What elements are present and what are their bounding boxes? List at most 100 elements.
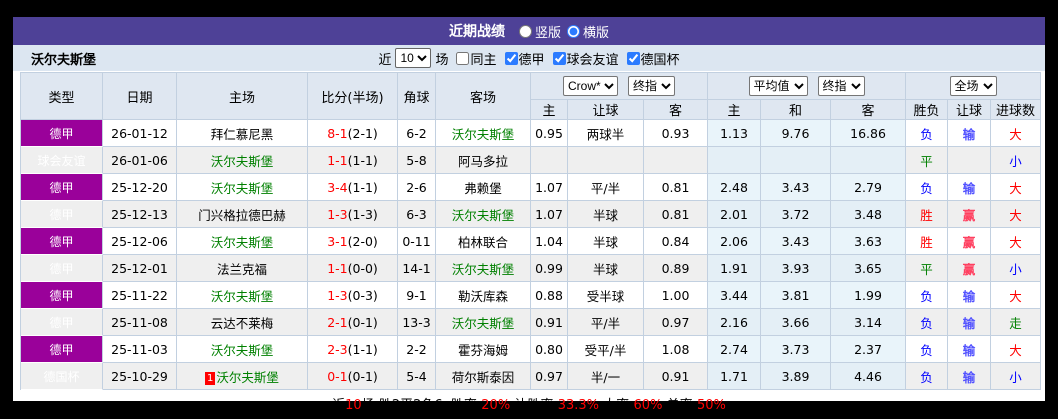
- result-cell: 负: [906, 282, 949, 309]
- filter-same-home[interactable]: 同主: [452, 49, 497, 68]
- summary-segment: 场,胜2平2负6, 胜率:: [361, 398, 482, 413]
- result-cell: 胜: [906, 228, 949, 255]
- date-cell: 25-11-22: [103, 282, 177, 309]
- avg-home-cell: 2.74: [708, 336, 762, 363]
- handicap-result-cell: 输: [948, 120, 992, 147]
- score-cell: 3-4(1-1): [308, 174, 398, 201]
- match-row: 德甲 25-11-22 沃尔夫斯堡 1-3(0-3) 9-1 勒沃库森 0.88 受半球 1.0…: [21, 282, 1042, 309]
- handicap-cell: [568, 147, 644, 174]
- odds-away-cell: 0.93: [644, 120, 709, 147]
- layout-vertical-option[interactable]: 竖版: [518, 22, 561, 41]
- team-name: 沃尔夫斯堡: [31, 52, 97, 68]
- filter-club-friendly[interactable]: 球会友谊: [549, 49, 619, 68]
- avg-draw-cell: 3.43: [761, 228, 832, 255]
- corner-cell: 0-11: [398, 228, 436, 255]
- away-team-cell: 沃尔夫斯堡: [436, 120, 531, 147]
- avg-draw-cell: [761, 147, 832, 174]
- avg-draw-cell: 3.66: [761, 309, 832, 336]
- odds-time-select-2[interactable]: 终指: [817, 76, 865, 96]
- same-home-checkbox[interactable]: [456, 51, 470, 65]
- goals-cell: 大: [991, 174, 1042, 201]
- filter-bundesliga[interactable]: 德甲: [501, 49, 545, 68]
- avg-home-cell: 1.13: [708, 120, 762, 147]
- home-team-cell: 拜仁慕尼黑: [177, 120, 308, 147]
- odds-home-cell: [531, 147, 568, 174]
- avg-away-cell: 4.46: [831, 363, 907, 390]
- match-row: 德甲 26-01-12 拜仁慕尼黑 8-1(2-1) 6-2 沃尔夫斯堡 0.95 两球半 0.…: [21, 120, 1042, 147]
- date-cell: 25-11-03: [103, 336, 177, 363]
- summary-segment: 33.3%: [557, 398, 600, 413]
- odds-home-cell: 0.88: [531, 282, 568, 309]
- horizontal-radio[interactable]: [567, 24, 580, 38]
- result-cell: 负: [906, 336, 949, 363]
- sub-header-avg-home: 主: [708, 100, 762, 120]
- handicap-cell: 平/半: [568, 309, 644, 336]
- avg-home-cell: 1.71: [708, 363, 762, 390]
- handicap-cell: 半球: [568, 255, 644, 282]
- summary-line: 近10场,胜2平2负6, 胜率:20% 让胜率:33.3% 大率:60% 单率:…: [13, 390, 1045, 413]
- avg-away-cell: 16.86: [831, 120, 907, 147]
- avg-home-cell: 3.44: [708, 282, 762, 309]
- date-cell: 25-12-01: [103, 255, 177, 282]
- odds-home-cell: 1.04: [531, 228, 568, 255]
- match-row: 德甲 25-12-20 沃尔夫斯堡 3-4(1-1) 2-6 弗赖堡 1.07 平/半 0.81…: [21, 174, 1042, 201]
- type-badge: 德国杯: [21, 363, 103, 390]
- corner-cell: 2-6: [398, 174, 436, 201]
- summary-segment: 10: [345, 398, 362, 413]
- home-team-cell: 沃尔夫斯堡: [177, 336, 308, 363]
- col-header-score: 比分(半场): [308, 73, 398, 120]
- goals-cell: 小: [991, 255, 1042, 282]
- summary-segment: 大率:: [599, 398, 634, 413]
- type-badge: 德甲: [21, 336, 103, 363]
- avg-draw-cell: 3.72: [761, 201, 832, 228]
- avg-away-cell: [831, 147, 907, 174]
- home-team-cell: 云达不莱梅: [177, 309, 308, 336]
- away-team-cell: 阿马多拉: [436, 147, 531, 174]
- filter-dfb-pokal[interactable]: 德国杯: [623, 49, 680, 68]
- result-cell: 胜: [906, 201, 949, 228]
- handicap-cell: 半球: [568, 201, 644, 228]
- result-cell: 负: [906, 174, 949, 201]
- sub-header-handicap-result: 让球: [948, 100, 992, 120]
- odds-home-cell: 0.91: [531, 309, 568, 336]
- score-cell: 1-3(1-3): [308, 201, 398, 228]
- home-team-cell: 沃尔夫斯堡: [177, 174, 308, 201]
- horizontal-radio-label: 横版: [583, 25, 610, 41]
- dfb-pokal-checkbox[interactable]: [626, 51, 640, 65]
- club-friendly-checkbox[interactable]: [552, 51, 566, 65]
- match-row: 德甲 25-12-06 沃尔夫斯堡 3-1(2-0) 0-11 柏林联合 1.04 半球 0.8…: [21, 228, 1042, 255]
- avg-away-cell: 2.37: [831, 336, 907, 363]
- results-table: 类型 日期 主场 比分(半场) 角球 客场 Crow* 终指 平均值 终指 全场…: [20, 72, 1042, 390]
- away-team-cell: 勒沃库森: [436, 282, 531, 309]
- handicap-result-cell: 输: [948, 309, 992, 336]
- avg-draw-cell: 3.93: [761, 255, 832, 282]
- odds-away-cell: 0.97: [644, 309, 709, 336]
- score-cell: 8-1(2-1): [308, 120, 398, 147]
- match-count-select[interactable]: 10: [395, 48, 432, 68]
- avg-draw-cell: 3.89: [761, 363, 832, 390]
- odds-source-select[interactable]: Crow*: [563, 76, 619, 96]
- match-row: 德国杯 25-10-29 1 沃尔夫斯堡 0-1(0-1) 5-4 荷尔斯泰因 0.97 半/一…: [21, 363, 1042, 390]
- corner-cell: 6-3: [398, 201, 436, 228]
- type-badge: 德甲: [21, 255, 103, 282]
- type-badge: 德甲: [21, 120, 103, 147]
- avg-home-cell: 2.06: [708, 228, 762, 255]
- match-row: 德甲 25-12-01 法兰克福 1-1(0-0) 14-1 沃尔夫斯堡 0.99 半球 0.8…: [21, 255, 1042, 282]
- handicap-cell: 半球: [568, 228, 644, 255]
- date-cell: 26-01-12: [103, 120, 177, 147]
- odds-away-cell: 0.81: [644, 174, 709, 201]
- avg-home-cell: 1.91: [708, 255, 762, 282]
- home-team-cell: 1 沃尔夫斯堡: [177, 363, 308, 390]
- bundesliga-checkbox[interactable]: [504, 51, 518, 65]
- recent-results-panel: 近期战绩 竖版 横版 沃尔夫斯堡 近 10 场 同主 德甲 球会友谊 德国杯 类…: [13, 17, 1045, 413]
- odds-time-select-1[interactable]: 终指: [628, 76, 676, 96]
- layout-horizontal-option[interactable]: 横版: [567, 22, 609, 41]
- scope-select[interactable]: 全场: [949, 76, 997, 96]
- odds-home-cell: 0.80: [531, 336, 568, 363]
- average-select[interactable]: 平均值: [748, 76, 808, 96]
- avg-away-cell: 3.48: [831, 201, 907, 228]
- goals-cell: 走: [991, 309, 1042, 336]
- type-badge: 德甲: [21, 174, 103, 201]
- vertical-radio[interactable]: [518, 24, 532, 38]
- odds-home-cell: 1.07: [531, 174, 568, 201]
